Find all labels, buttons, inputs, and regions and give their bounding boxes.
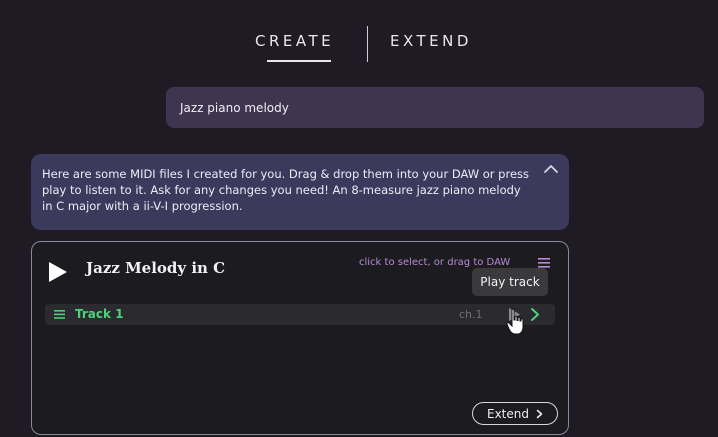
- user-message-bubble: Jazz piano melody: [166, 87, 704, 128]
- track-menu-icon[interactable]: [54, 310, 65, 319]
- tab-create[interactable]: CREATE: [255, 32, 334, 50]
- track-channel: ch.1: [459, 308, 483, 321]
- chevron-right-icon: [536, 409, 543, 418]
- track-name: Track 1: [75, 307, 124, 321]
- mode-tabs: CREATE EXTEND: [0, 26, 718, 66]
- tab-extend[interactable]: EXTEND: [390, 32, 472, 50]
- tab-divider: [367, 26, 368, 62]
- play-icon[interactable]: [46, 261, 68, 283]
- chevron-right-icon[interactable]: [529, 307, 541, 322]
- tooltip-text: Play track: [480, 275, 540, 289]
- tab-create-active-indicator: [267, 60, 331, 62]
- play-track-tooltip: Play track: [472, 268, 548, 296]
- assistant-message-bubble: Here are some MIDI files I created for y…: [31, 154, 569, 230]
- midi-card[interactable]: Jazz Melody in C click to select, or dra…: [31, 241, 569, 435]
- hand-cursor-icon: [506, 308, 524, 335]
- extend-button-label: Extend: [487, 406, 529, 421]
- track-row[interactable]: Track 1 ch.1: [45, 304, 555, 325]
- assistant-message-text: Here are some MIDI files I created for y…: [42, 167, 530, 213]
- chevron-up-icon[interactable]: [543, 162, 559, 176]
- user-message-text: Jazz piano melody: [180, 100, 289, 115]
- midi-card-title: Jazz Melody in C: [86, 259, 226, 277]
- menu-icon[interactable]: [538, 258, 550, 268]
- extend-button[interactable]: Extend: [472, 402, 558, 425]
- drag-to-daw-hint: click to select, or drag to DAW: [359, 257, 511, 268]
